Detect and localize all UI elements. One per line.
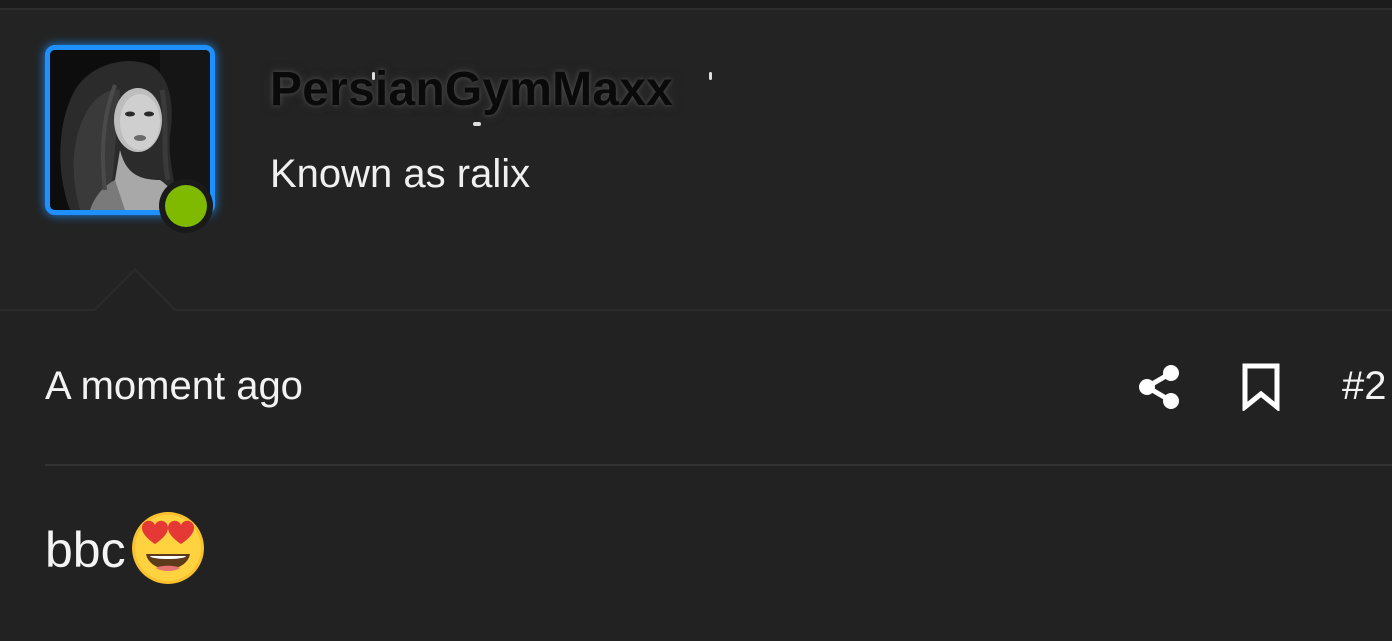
post-meta-bar: A moment ago #2 xyxy=(0,311,1392,465)
forum-post: PersianGymMaxx Known as ralix A moment a… xyxy=(0,0,1392,641)
sparkle-icon xyxy=(372,72,375,80)
sparkle-icon xyxy=(709,72,712,80)
post-body-text: bbc xyxy=(45,522,126,578)
meta-divider xyxy=(45,464,1392,466)
share-button[interactable] xyxy=(1138,363,1182,411)
post-timestamp[interactable]: A moment ago xyxy=(45,364,303,409)
bookmark-icon xyxy=(1242,363,1280,413)
top-divider xyxy=(0,0,1392,10)
avatar-container[interactable] xyxy=(45,45,225,235)
bookmark-button[interactable] xyxy=(1241,363,1281,413)
heart-eyes-emoji-icon xyxy=(128,506,208,586)
username[interactable]: PersianGymMaxx xyxy=(270,62,673,117)
share-icon xyxy=(1139,365,1179,409)
user-title: Known as ralix xyxy=(270,152,531,196)
post-number-link[interactable]: #2 xyxy=(1342,364,1387,409)
online-status-dot xyxy=(165,185,207,227)
post-body: bbc xyxy=(45,510,208,590)
sparkle-icon xyxy=(473,122,481,126)
header-pointer xyxy=(95,271,175,311)
online-status-indicator xyxy=(159,179,213,233)
